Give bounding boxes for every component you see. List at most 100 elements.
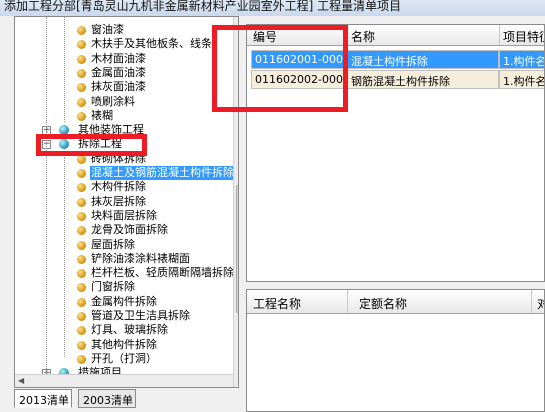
leaf-node-icon xyxy=(77,355,86,364)
tree-item-label: 屋面拆除 xyxy=(91,238,135,251)
leaf-node-icon xyxy=(77,98,86,107)
leaf-node-icon xyxy=(77,326,86,335)
tree-item[interactable]: 窗油漆 xyxy=(15,23,233,37)
tree-item[interactable]: 金属面油漆 xyxy=(15,66,233,80)
leaf-node-icon xyxy=(77,241,86,250)
table-row[interactable]: 011602001-000 混凝土构件拆除 1.构件名 xyxy=(251,50,544,69)
item-list-grid[interactable]: 编号 名称 项目特征 011602001-000 混凝土构件拆除 1.构件名 0… xyxy=(246,24,545,282)
tree-item-label: 其他装饰工程 xyxy=(78,123,144,136)
col-quota-name[interactable]: 定额名称 xyxy=(359,295,407,312)
category-tree[interactable]: 窗油漆 木扶手及其他板条、线条 木材面油漆 金属面油漆 抹灰面油漆喷刷涂料 裱糊 + 其他装饰… xyxy=(14,16,239,388)
tree-branch[interactable]: + 其他装饰工程 xyxy=(15,123,233,137)
tree-item-label: 金属面油漆 xyxy=(91,66,146,79)
tree-item-label: 铲除油漆涂料裱糊面 xyxy=(91,252,190,265)
leaf-node-icon xyxy=(77,255,86,264)
grid-header: 编号 名称 项目特征 xyxy=(247,25,544,46)
tree-item[interactable]: 灯具、玻璃拆除 xyxy=(15,323,233,337)
tree-item-label: 抹灰面油漆 xyxy=(91,80,146,93)
tree-item-label: 其他构件拆除 xyxy=(91,338,157,351)
cell-code: 011602002-000 xyxy=(251,70,347,89)
leaf-node-icon xyxy=(77,283,86,292)
grid-header: 工程名称 定额名称 对 xyxy=(247,290,544,314)
leaf-node-icon xyxy=(77,69,86,78)
col-extra[interactable]: 对 xyxy=(537,295,544,312)
tree-guide-line xyxy=(64,17,65,122)
leaf-node-icon xyxy=(77,269,86,278)
tree-item[interactable]: 屋面拆除 xyxy=(15,238,233,252)
tree-item[interactable]: 木扶手及其他板条、线条 xyxy=(15,37,233,51)
tree-item-label: 开孔（打洞） xyxy=(91,352,157,365)
folder-node-icon xyxy=(59,139,69,149)
col-name[interactable]: 名称 xyxy=(351,28,375,45)
tree-item[interactable]: 门窗拆除 xyxy=(15,280,233,294)
tree-item-label: 拆除工程 xyxy=(78,137,122,150)
tree-item[interactable]: 喷刷涂料 xyxy=(15,95,233,109)
tree-item-label: 木材面油漆 xyxy=(91,52,146,65)
tree-item[interactable]: 抹灰面油漆 xyxy=(15,80,233,94)
scrollbar-thumb[interactable]: ≡ xyxy=(236,185,238,313)
window-title: 添加工程分部[青岛灵山九机非金属新材料产业园室外工程] 工程量清单项目 xyxy=(4,0,402,13)
tree-branch[interactable]: − 拆除工程 xyxy=(15,137,233,151)
folder-node-icon xyxy=(59,125,69,135)
cell-name: 混凝土构件拆除 xyxy=(347,50,499,69)
cell-name: 钢筋混凝土构件拆除 xyxy=(347,70,499,89)
cell-feature: 1.构件名 xyxy=(499,70,544,89)
tree-item-label: 金属构件拆除 xyxy=(91,295,157,308)
tree-item[interactable]: 混凝土及钢筋混凝土构件拆除 xyxy=(15,166,235,180)
tree-item-label: 砖砌体拆除 xyxy=(91,152,146,165)
table-row[interactable]: 011602002-000 钢筋混凝土构件拆除 1.构件名 xyxy=(251,70,544,89)
tree-item[interactable]: 块料面层拆除 xyxy=(15,209,233,223)
tree-item[interactable]: 抹灰层拆除 xyxy=(15,195,233,209)
leaf-node-icon xyxy=(77,155,86,164)
tree-item[interactable]: 砖砌体拆除 xyxy=(15,152,233,166)
leaf-node-icon xyxy=(77,26,86,35)
tree-item[interactable]: 栏杆栏板、轻质隔断隔墙拆除 xyxy=(15,266,234,280)
tree-item-label: 灯具、玻璃拆除 xyxy=(91,323,168,336)
leaf-node-icon xyxy=(77,212,86,221)
tree-guide-line xyxy=(64,157,65,357)
tree-item-label: 木构件拆除 xyxy=(91,180,146,193)
leaf-node-icon xyxy=(77,112,86,121)
leaf-node-icon xyxy=(77,341,86,350)
tree-item-label: 块料面层拆除 xyxy=(91,209,157,222)
column-divider[interactable] xyxy=(499,25,500,45)
column-divider[interactable] xyxy=(347,25,348,45)
col-project-name[interactable]: 工程名称 xyxy=(253,295,301,312)
tree-item-label: 裱糊 xyxy=(91,109,113,122)
tree-item[interactable]: 开孔（打洞） xyxy=(15,352,233,366)
leaf-node-icon xyxy=(77,312,86,321)
leaf-node-icon xyxy=(77,83,86,92)
tree-item-label: 木扶手及其他板条、线条 xyxy=(91,37,212,50)
tree-horizontal-scrollbar[interactable]: ◀ xyxy=(15,374,233,387)
col-code[interactable]: 编号 xyxy=(253,28,277,45)
tree-item[interactable]: 管道及卫生洁具拆除 xyxy=(15,309,233,323)
tree-item[interactable]: 龙骨及饰面拆除 xyxy=(15,223,233,237)
quota-grid[interactable]: 工程名称 定额名称 对 xyxy=(246,289,545,412)
leaf-node-icon xyxy=(77,226,86,235)
tree-item[interactable]: 木构件拆除 xyxy=(15,180,233,194)
col-feature[interactable]: 项目特征 xyxy=(503,28,544,45)
tree-item[interactable]: 其他构件拆除 xyxy=(15,338,233,352)
leaf-node-icon xyxy=(77,55,86,64)
tab-2003[interactable]: 2003清单 xyxy=(78,389,136,408)
tree-item-label: 龙骨及饰面拆除 xyxy=(91,223,168,236)
tree-item[interactable]: 裱糊 xyxy=(15,109,233,123)
tree-item-label: 管道及卫生洁具拆除 xyxy=(91,309,190,322)
leaf-node-icon xyxy=(77,183,86,192)
tree-vertical-scrollbar[interactable]: ≡ xyxy=(233,17,238,387)
column-divider[interactable] xyxy=(347,290,348,313)
tab-2013[interactable]: 2013清单 xyxy=(14,389,72,408)
tree-item[interactable]: 木材面油漆 xyxy=(15,52,233,66)
tree-item-label: 抹灰层拆除 xyxy=(91,195,146,208)
tree-item[interactable]: 铲除油漆涂料裱糊面 xyxy=(15,252,233,266)
tree-item[interactable]: 金属构件拆除 xyxy=(15,295,233,309)
leaf-node-icon xyxy=(77,298,86,307)
scroll-left-icon[interactable]: ◀ xyxy=(18,376,24,385)
leaf-node-icon xyxy=(77,169,86,178)
column-divider[interactable] xyxy=(531,290,532,313)
tree-item-label: 喷刷涂料 xyxy=(91,95,135,108)
title-bar: 添加工程分部[青岛灵山九机非金属新材料产业园室外工程] 工程量清单项目 xyxy=(0,0,545,16)
leaf-node-icon xyxy=(77,40,86,49)
tree-item-label: 窗油漆 xyxy=(91,23,124,36)
tree-item-label: 门窗拆除 xyxy=(91,280,135,293)
